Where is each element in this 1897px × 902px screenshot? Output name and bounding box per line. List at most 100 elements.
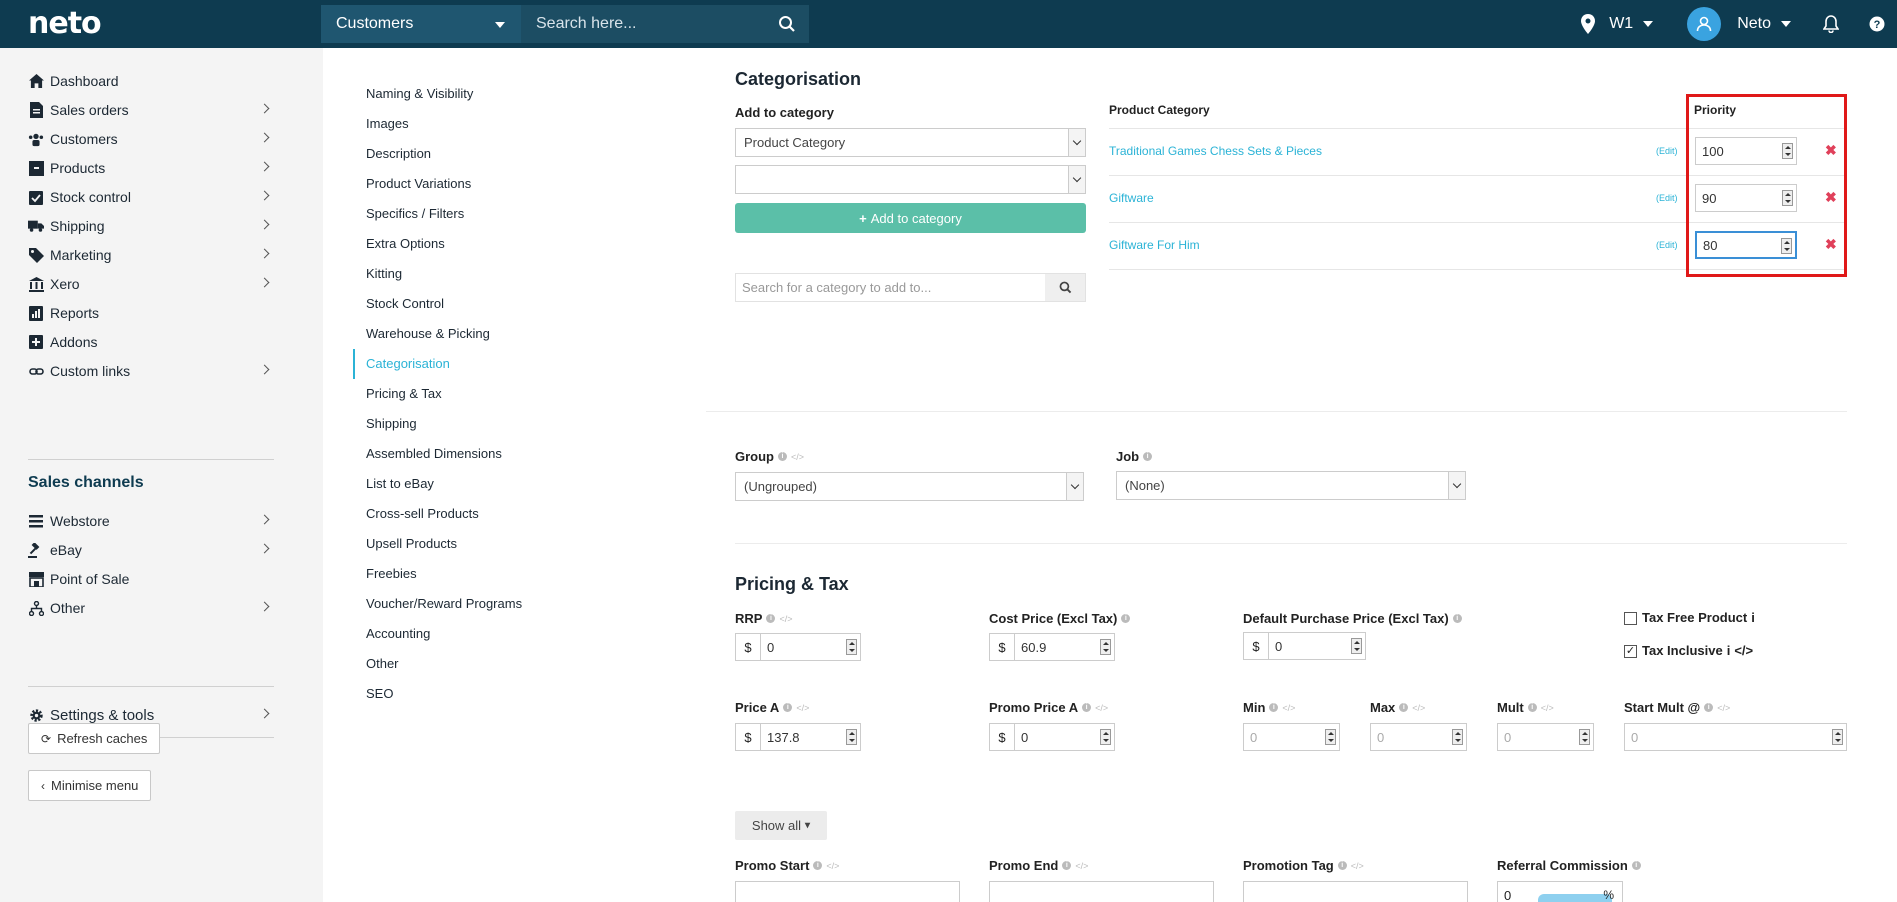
section-nav-cross-sell-products[interactable]: Cross-sell Products xyxy=(366,506,479,521)
neto-logo[interactable]: neto xyxy=(28,6,102,41)
default-purchase-price-input[interactable]: 0 xyxy=(1268,632,1366,660)
section-nav-voucher-reward-programs[interactable]: Voucher/Reward Programs xyxy=(366,596,522,611)
sidebar-item-webstore[interactable]: Webstore xyxy=(28,508,274,534)
section-nav-extra-options[interactable]: Extra Options xyxy=(366,236,445,251)
product-category-select[interactable]: Product Category xyxy=(735,128,1086,157)
section-nav-stock-control[interactable]: Stock Control xyxy=(366,296,444,311)
rrp-label: RRP i </> xyxy=(735,611,792,626)
search-input[interactable] xyxy=(521,5,765,43)
bell-icon[interactable] xyxy=(1823,15,1839,33)
gavel-icon xyxy=(28,542,44,558)
sidebar-item-xero[interactable]: Xero xyxy=(28,271,274,297)
spinner-icon[interactable] xyxy=(1100,639,1111,655)
edit-category-link[interactable]: (Edit) xyxy=(1656,193,1678,203)
location-selector[interactable]: W1 xyxy=(1581,14,1654,34)
referral-commission-input[interactable]: 0 % xyxy=(1497,881,1623,902)
sidebar-item-products[interactable]: Products xyxy=(28,155,274,181)
start-mult-input[interactable]: 0 xyxy=(1624,723,1847,751)
search-icon[interactable] xyxy=(765,5,809,43)
promo-start-input[interactable] xyxy=(735,881,960,902)
sidebar-item-ebay[interactable]: eBay xyxy=(28,537,274,563)
category-link[interactable]: Giftware xyxy=(1109,191,1154,205)
spinner-icon[interactable] xyxy=(1351,638,1362,654)
active-section-indicator xyxy=(353,349,355,379)
top-bar: neto Customers W1 Neto ? xyxy=(0,0,1897,48)
promo-price-a-input[interactable]: 0 xyxy=(1014,723,1115,751)
search-icon[interactable] xyxy=(1045,274,1085,301)
sidebar-item-stock-control[interactable]: Stock control xyxy=(28,184,274,210)
chevron-left-icon: ‹ xyxy=(41,778,45,793)
referral-slider[interactable] xyxy=(1538,894,1612,902)
section-nav-product-variations[interactable]: Product Variations xyxy=(366,176,471,191)
spinner-icon[interactable] xyxy=(1832,729,1843,745)
section-nav-accounting[interactable]: Accounting xyxy=(366,626,430,641)
user-menu[interactable]: Neto xyxy=(1687,7,1791,41)
spinner-icon[interactable] xyxy=(846,639,857,655)
section-nav-categorisation[interactable]: Categorisation xyxy=(366,356,450,371)
sidebar-item-sales-orders[interactable]: Sales orders xyxy=(28,97,274,123)
section-divider xyxy=(735,543,1847,544)
search-scope-select[interactable]: Customers xyxy=(321,5,521,43)
promotion-tag-label: Promotion Tag i </> xyxy=(1243,858,1364,873)
section-nav-upsell-products[interactable]: Upsell Products xyxy=(366,536,457,551)
group-select[interactable]: (Ungrouped) xyxy=(735,472,1084,501)
section-nav-description[interactable]: Description xyxy=(366,146,431,161)
add-to-category-button[interactable]: + Add to category xyxy=(735,203,1086,233)
sidebar-item-point-of-sale[interactable]: Point of Sale xyxy=(28,566,274,592)
section-nav-images[interactable]: Images xyxy=(366,116,409,131)
sidebar-item-label: Addons xyxy=(50,334,98,350)
max-label: Max i </> xyxy=(1370,700,1425,715)
sidebar-item-marketing[interactable]: Marketing xyxy=(28,242,274,268)
edit-category-link[interactable]: (Edit) xyxy=(1656,240,1678,250)
max-input[interactable]: 0 xyxy=(1370,723,1467,751)
sidebar-item-customers[interactable]: Customers xyxy=(28,126,274,152)
section-nav-freebies[interactable]: Freebies xyxy=(366,566,417,581)
section-nav-list-to-ebay[interactable]: List to eBay xyxy=(366,476,434,491)
category-link[interactable]: Giftware For Him xyxy=(1109,238,1200,252)
sidebar-item-shipping[interactable]: Shipping xyxy=(28,213,274,239)
cost-price-input[interactable]: 60.9 xyxy=(1014,633,1115,661)
section-nav-pricing-tax[interactable]: Pricing & Tax xyxy=(366,386,442,401)
refresh-caches-button[interactable]: ⟳ Refresh caches xyxy=(28,723,161,754)
section-nav-warehouse-picking[interactable]: Warehouse & Picking xyxy=(366,326,490,341)
job-select[interactable]: (None) xyxy=(1116,471,1466,500)
section-nav-specifics-filters[interactable]: Specifics / Filters xyxy=(366,206,464,221)
help-icon[interactable]: ? xyxy=(1869,16,1885,32)
edit-category-link[interactable]: (Edit) xyxy=(1656,146,1678,156)
tag-icon xyxy=(28,247,44,263)
sidebar-item-reports[interactable]: Reports xyxy=(28,300,274,326)
mult-input[interactable]: 0 xyxy=(1497,723,1594,751)
rrp-input[interactable]: 0 xyxy=(760,633,861,661)
section-nav-shipping[interactable]: Shipping xyxy=(366,416,417,431)
section-nav-seo[interactable]: SEO xyxy=(366,686,393,701)
tax-free-checkbox[interactable] xyxy=(1624,612,1637,625)
minimise-menu-button[interactable]: ‹ Minimise menu xyxy=(28,770,152,801)
sidebar-item-custom-links[interactable]: Custom links xyxy=(28,358,274,384)
subcategory-select[interactable] xyxy=(735,165,1086,194)
spinner-icon[interactable] xyxy=(846,729,857,745)
price-a-label: Price A i </> xyxy=(735,700,809,715)
category-search-input[interactable] xyxy=(736,274,1045,301)
spinner-icon[interactable] xyxy=(1325,729,1336,745)
sidebar-item-addons[interactable]: Addons xyxy=(28,329,274,355)
referral-unit: % xyxy=(1603,888,1614,902)
sidebar-item-dashboard[interactable]: Dashboard xyxy=(28,68,274,94)
section-nav-assembled-dimensions[interactable]: Assembled Dimensions xyxy=(366,446,502,461)
top-right-controls: W1 Neto ? xyxy=(1559,0,1897,48)
spinner-icon[interactable] xyxy=(1579,729,1590,745)
section-nav-naming-visibility[interactable]: Naming & Visibility xyxy=(366,86,473,101)
show-all-button[interactable]: Show all ▾ xyxy=(735,811,827,840)
spinner-icon[interactable] xyxy=(1452,729,1463,745)
min-input[interactable]: 0 xyxy=(1243,723,1340,751)
tax-inclusive-checkbox[interactable]: ✓ xyxy=(1624,645,1637,658)
promotion-tag-input[interactable] xyxy=(1243,881,1468,902)
category-link[interactable]: Traditional Games Chess Sets & Pieces xyxy=(1109,144,1322,158)
price-a-input[interactable]: 137.8 xyxy=(760,723,861,751)
spinner-icon[interactable] xyxy=(1100,729,1111,745)
promo-end-label: Promo End i </> xyxy=(989,858,1088,873)
sidebar-item-other[interactable]: Other xyxy=(28,595,274,621)
section-nav-kitting[interactable]: Kitting xyxy=(366,266,402,281)
promo-end-input[interactable] xyxy=(989,881,1214,902)
caret-down-icon xyxy=(495,22,505,28)
section-nav-other[interactable]: Other xyxy=(366,656,399,671)
